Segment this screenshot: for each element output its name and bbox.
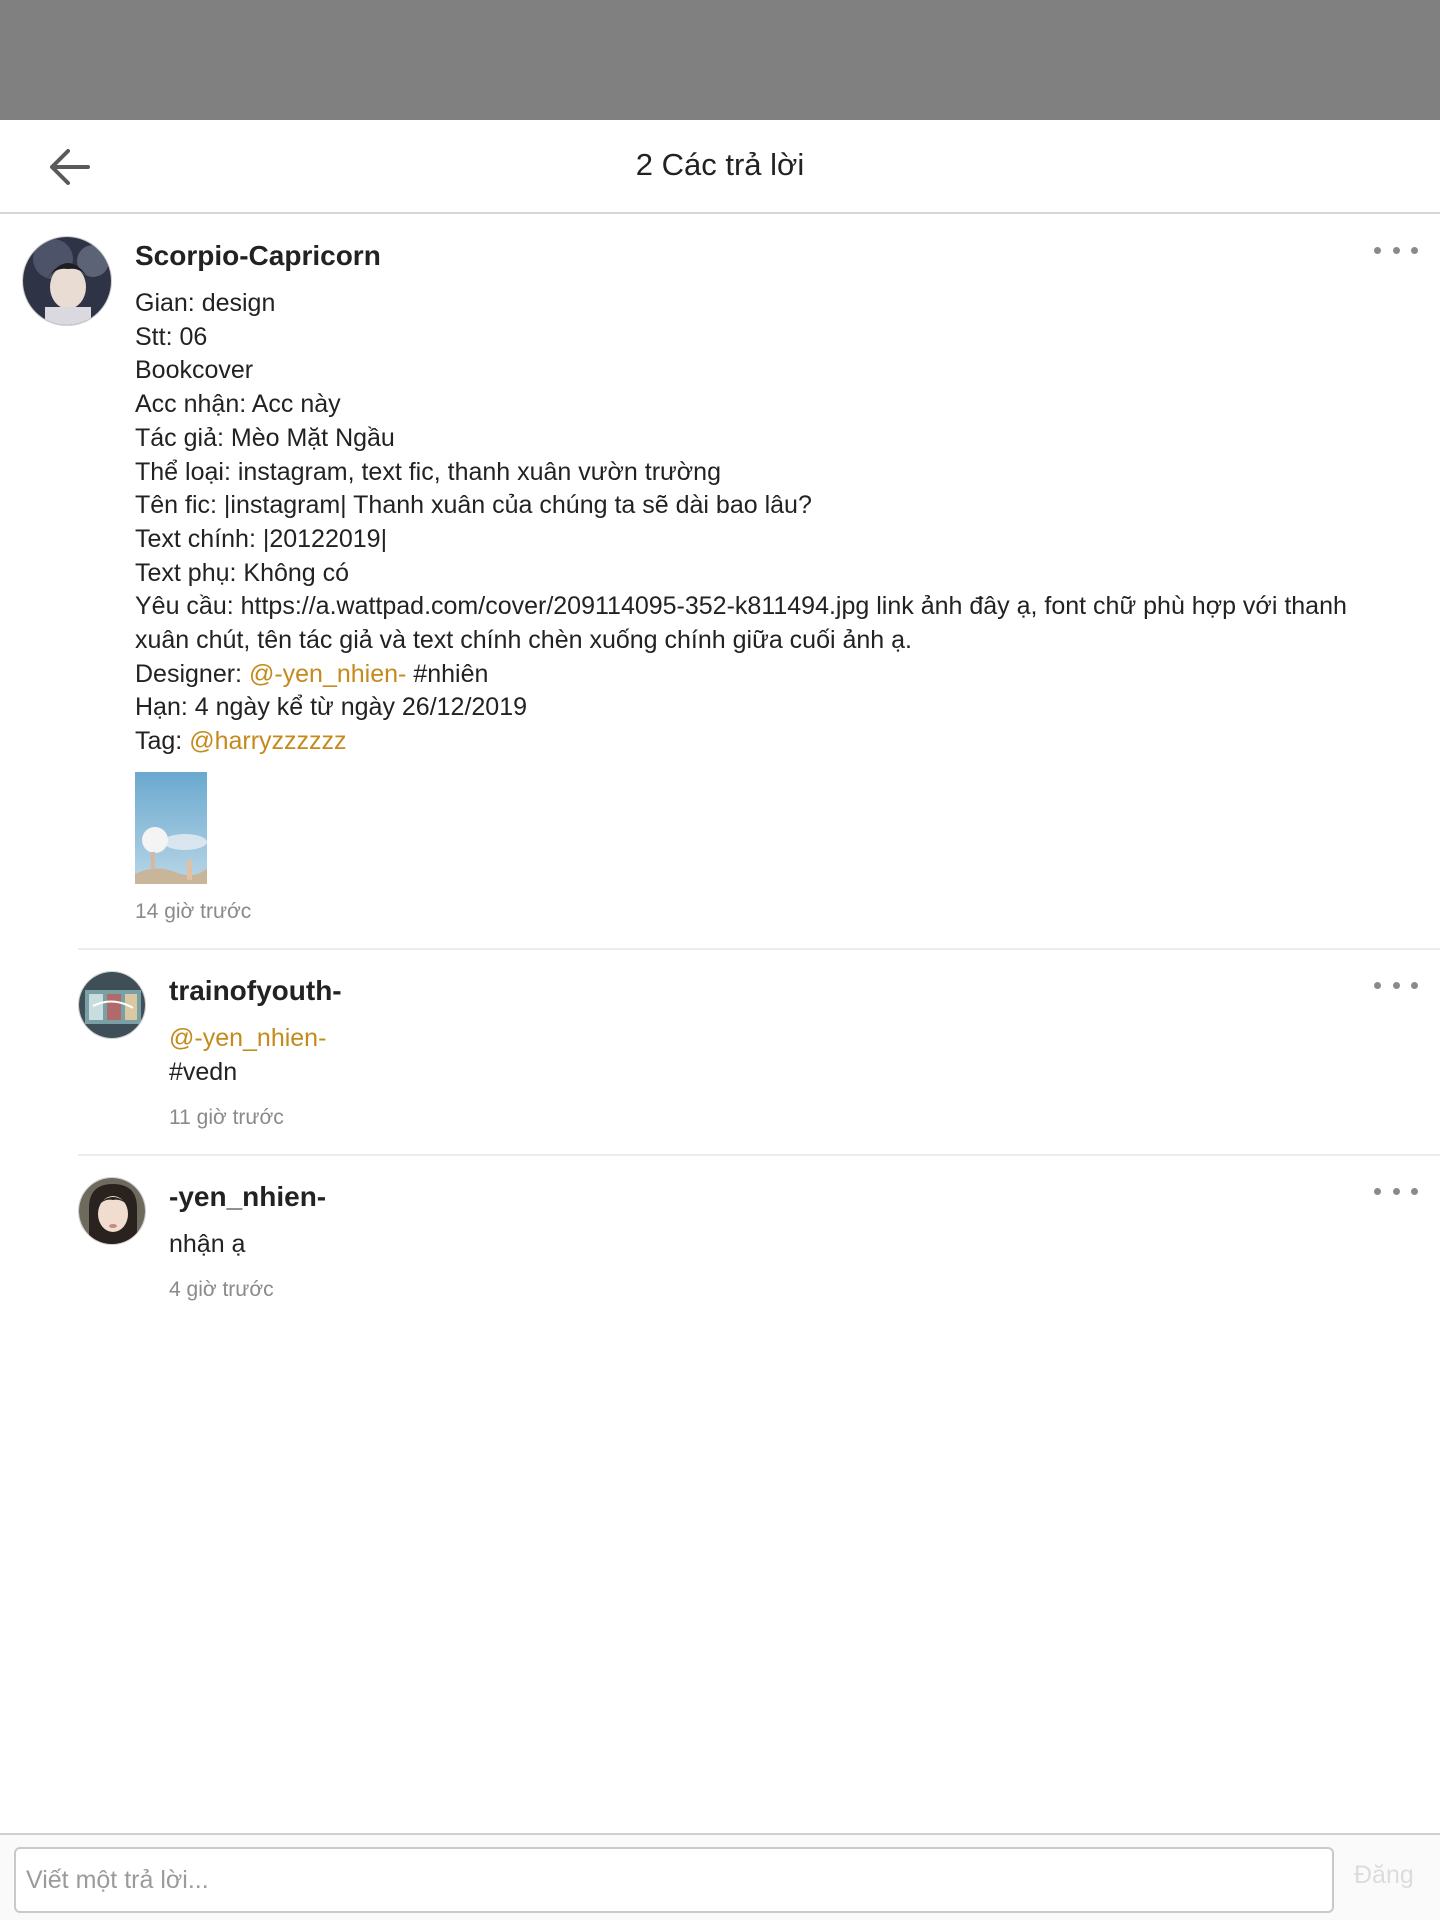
comment-username[interactable]: Scorpio-Capricorn [135, 240, 381, 272]
dot-icon [1374, 246, 1381, 254]
comment-line: Gian: design [135, 289, 276, 317]
header: 2 Các trả lời [0, 120, 1440, 214]
tag-label: Tag: [135, 727, 183, 756]
comment-timestamp: 14 giờ trước [135, 900, 252, 923]
more-options-button[interactable] [1374, 240, 1418, 260]
avatar-image [79, 972, 145, 1038]
dot-icon [1411, 1187, 1418, 1195]
reply-input[interactable] [14, 1847, 1334, 1913]
reply-text: nhận ạ [169, 1230, 246, 1258]
reply-timestamp: 4 giờ trước [169, 1278, 274, 1301]
reply-body: nhận ạ [169, 1228, 1369, 1262]
hashtag: #nhiên [413, 659, 489, 688]
dot-icon [1374, 981, 1381, 989]
image-thumbnail [135, 772, 207, 884]
comment-line: Stt: 06 [135, 322, 208, 351]
reply-text: #vedn [169, 1057, 238, 1086]
dot-icon [1374, 1187, 1381, 1195]
dot-icon [1392, 981, 1400, 989]
designer-label: Designer: [135, 659, 242, 688]
comment-line: Acc nhận: Acc này [135, 390, 341, 419]
reply-composer: Đăng [0, 1833, 1440, 1920]
comment-line: Bookcover [135, 356, 254, 385]
avatar-image [79, 1178, 145, 1244]
comment-line: Hạn: 4 ngày kể từ ngày 26/12/2019 [135, 693, 528, 722]
tag-line: Tag: @harryzzzzzz [135, 725, 1405, 759]
page-title: 2 Các trả lời [635, 147, 805, 182]
more-options-button[interactable] [1374, 975, 1418, 995]
reply-username[interactable]: -yen_nhien- [169, 1181, 326, 1213]
avatar[interactable] [22, 236, 112, 326]
divider [78, 1154, 1440, 1156]
status-bar [0, 0, 1440, 120]
dot-icon [1411, 981, 1418, 989]
comment-line: Text chính: |20122019| [135, 524, 388, 553]
comment-line: Tên fic: |instagram| Thanh xuân của chún… [135, 491, 812, 520]
comment-body: Gian: design Stt: 06 Bookcover Acc nhận:… [135, 287, 1405, 759]
more-options-button[interactable] [1374, 1181, 1418, 1201]
dot-icon [1392, 246, 1400, 254]
mention-link[interactable]: @-yen_nhien- [249, 660, 406, 688]
dot-icon [1392, 1187, 1400, 1195]
divider [78, 948, 1440, 950]
reply-timestamp: 11 giờ trước [169, 1106, 284, 1129]
mention-link[interactable]: @-yen_nhien- [169, 1022, 1369, 1056]
dot-icon [1411, 246, 1418, 254]
avatar[interactable] [78, 1177, 146, 1245]
avatar[interactable] [78, 971, 146, 1039]
mention-link[interactable]: @harryzzzzzz [189, 727, 346, 755]
avatar-image [23, 237, 111, 325]
comment-line: Tác giả: Mèo Mặt Ngầu [135, 423, 395, 452]
attached-image[interactable] [135, 772, 207, 884]
comment-line: Thể loại: instagram, text fic, thanh xuâ… [135, 457, 721, 486]
comment-line: Yêu cầu: https://a.wattpad.com/cover/209… [135, 592, 1347, 655]
post-button[interactable]: Đăng [1354, 1861, 1434, 1890]
reply-body: @-yen_nhien- #vedn [169, 1022, 1369, 1089]
comment-line: Text phụ: Không có [135, 558, 350, 587]
designer-line: Designer: @-yen_nhien- #nhiên [135, 658, 1405, 692]
reply-username[interactable]: trainofyouth- [169, 975, 342, 1007]
